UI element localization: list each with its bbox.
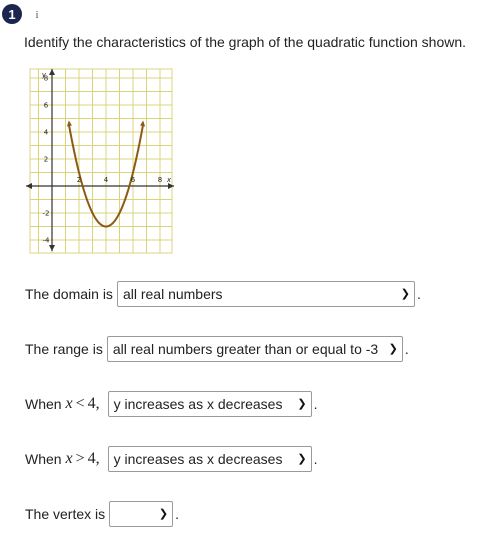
when-greater-period: . <box>313 451 318 467</box>
when-greater-prefix: When <box>25 451 62 467</box>
chevron-down-icon: ❯ <box>400 288 410 300</box>
chevron-down-icon: ❯ <box>388 343 398 355</box>
when-greater-dropdown-value: y increases as x decreases <box>113 451 283 467</box>
when-less-period: . <box>313 396 318 412</box>
x-tick-label: 6 <box>131 176 136 184</box>
y-axis-label: y <box>41 71 47 79</box>
when-greater-op: > <box>75 450 85 467</box>
vertex-dropdown[interactable]: ❯ <box>109 501 174 527</box>
y-tick-label: -2 <box>43 210 50 218</box>
y-tick-label: -4 <box>43 237 51 245</box>
y-tick-label: 6 <box>44 102 49 110</box>
when-less-op: < <box>75 395 85 412</box>
x-axis-arrow-left <box>26 183 32 189</box>
chevron-down-icon: ❯ <box>297 453 307 465</box>
when-greater-num: 4, <box>87 450 100 467</box>
question-number-badge: 1 <box>2 4 22 24</box>
chevron-down-icon: ❯ <box>297 398 307 410</box>
domain-row: The domain is all real numbers ❯ . <box>25 281 421 307</box>
x-tick-label: 8 <box>158 176 162 184</box>
range-dropdown[interactable]: all real numbers greater than or equal t… <box>106 336 403 362</box>
range-row: The range is all real numbers greater th… <box>25 336 409 362</box>
when-less-prefix: When <box>25 396 62 412</box>
domain-period: . <box>416 286 421 302</box>
x-tick-label: 4 <box>104 176 109 184</box>
y-tick-label: 2 <box>44 156 48 164</box>
y-tick-label: 4 <box>44 129 49 137</box>
domain-dropdown[interactable]: all real numbers ❯ <box>116 281 415 307</box>
vertex-label: The vertex is <box>25 506 106 522</box>
parabola-graph: 2 4 6 8 8 6 4 2 -2 -4 x y <box>24 67 176 260</box>
vertex-period: . <box>175 506 180 522</box>
when-less-dropdown[interactable]: y increases as x decreases ❯ <box>107 391 312 417</box>
when-greater-row: When x > 4, y increases as x decreases ❯… <box>25 446 318 472</box>
x-axis-label: x <box>166 176 172 184</box>
graph-svg: 2 4 6 88642-2-4xy <box>26 68 174 254</box>
chevron-down-icon: ❯ <box>158 508 169 520</box>
question-prompt: Identify the characteristics of the grap… <box>24 34 467 50</box>
when-less-row: When x < 4, y increases as x decreases ❯… <box>25 391 318 417</box>
when-greater-dropdown[interactable]: y increases as x decreases ❯ <box>107 446 312 472</box>
range-period: . <box>404 341 409 357</box>
when-less-dropdown-value: y increases as x decreases <box>113 396 283 412</box>
x-tick-label: 2 <box>77 176 81 184</box>
range-dropdown-value: all real numbers greater than or equal t… <box>112 341 379 357</box>
when-greater-var: x <box>65 450 73 467</box>
when-less-var: x <box>65 395 73 412</box>
vertex-row: The vertex is ❯ . <box>25 501 179 527</box>
range-label: The range is <box>25 341 103 357</box>
domain-label: The domain is <box>25 286 113 302</box>
when-less-num: 4, <box>87 395 100 412</box>
domain-dropdown-value: all real numbers <box>122 286 223 302</box>
info-icon[interactable]: i <box>30 8 44 22</box>
